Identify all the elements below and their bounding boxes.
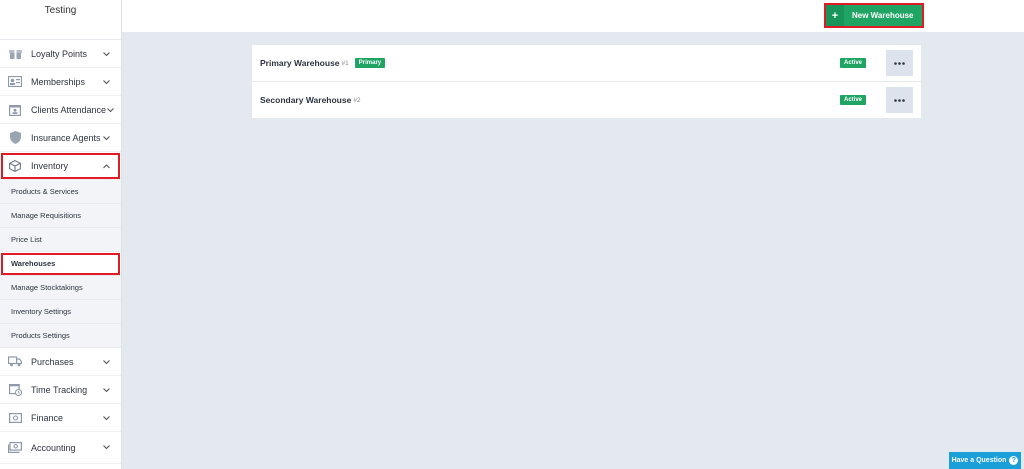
question-icon: ? <box>1009 456 1019 465</box>
sidebar-item-purchases[interactable]: Purchases <box>0 348 121 376</box>
sidebar-item-clients-attendance[interactable]: Clients Attendance <box>0 96 121 124</box>
chevron-down-icon <box>101 49 111 59</box>
warehouse-list: Primary Warehouse #1 Primary Active Seco… <box>252 45 921 119</box>
sidebar: Testing Loyalty Points Memberships Clien… <box>0 0 122 469</box>
gift-icon <box>8 47 22 61</box>
primary-badge: Primary <box>354 58 386 68</box>
shield-icon <box>8 131 22 145</box>
chevron-down-icon <box>101 442 111 452</box>
sidebar-item-label: Memberships <box>31 76 86 87</box>
chevron-down-icon <box>101 413 111 423</box>
sidebar-item-label: Clients Attendance <box>31 104 107 115</box>
chevron-down-icon <box>101 385 111 395</box>
warehouse-number: #1 <box>341 59 349 67</box>
ellipsis-icon <box>894 61 905 65</box>
box-icon <box>8 159 22 173</box>
clock-calendar-icon <box>8 383 22 397</box>
chevron-down-icon <box>101 77 111 87</box>
chevron-up-icon <box>101 161 111 171</box>
chevron-down-icon <box>105 105 115 115</box>
sidebar-item-label: Accounting <box>31 442 76 453</box>
sidebar-item-label: Inventory <box>31 160 69 171</box>
sidebar-item-label: Time Tracking <box>31 384 88 395</box>
warehouse-row[interactable]: Primary Warehouse #1 Primary Active <box>252 45 921 82</box>
sidebar-item-insurance-agents[interactable]: Insurance Agents <box>0 124 121 152</box>
sidebar-item-inventory[interactable]: Inventory <box>0 152 121 180</box>
warehouse-name: Primary Warehouse <box>260 58 340 68</box>
more-actions-button[interactable] <box>886 87 913 113</box>
warehouse-row[interactable]: Secondary Warehouse #2 Active <box>252 82 921 119</box>
sidebar-item-time-tracking[interactable]: Time Tracking <box>0 376 121 404</box>
plus-icon: + <box>826 5 844 26</box>
chevron-down-icon <box>101 133 111 143</box>
calendar-user-icon <box>8 103 22 117</box>
status-badge: Active <box>840 58 867 68</box>
warehouse-number: #2 <box>353 96 361 104</box>
sidebar-item-label: Finance <box>31 412 64 423</box>
submenu-item-inventory-settings[interactable]: Inventory Settings <box>0 300 121 324</box>
ellipsis-icon <box>894 98 905 102</box>
sidebar-item-loyalty-points[interactable]: Loyalty Points <box>0 40 121 68</box>
help-label: Have a Question <box>951 457 1007 464</box>
sidebar-item-memberships[interactable]: Memberships <box>0 68 121 96</box>
money-icon <box>8 411 22 425</box>
sidebar-item-finance[interactable]: Finance <box>0 404 121 432</box>
id-card-icon <box>8 75 22 89</box>
more-actions-button[interactable] <box>886 50 913 76</box>
submenu-item-manage-requisitions[interactable]: Manage Requisitions <box>0 204 121 228</box>
submenu-item-products-services[interactable]: Products & Services <box>0 180 121 204</box>
sidebar-item-accounting[interactable]: Accounting <box>0 432 121 464</box>
status-badge: Active <box>840 95 867 105</box>
sidebar-item-label: Purchases <box>31 356 74 367</box>
truck-icon <box>8 355 22 369</box>
new-warehouse-label: New Warehouse <box>852 11 914 20</box>
have-a-question-button[interactable]: Have a Question ? <box>949 452 1021 469</box>
submenu-item-price-list[interactable]: Price List <box>0 228 121 252</box>
new-warehouse-button[interactable]: + New Warehouse <box>824 3 924 28</box>
inventory-submenu: Products & Services Manage Requisitions … <box>0 180 121 348</box>
warehouse-name: Secondary Warehouse <box>260 95 352 105</box>
sidebar-item-label: Loyalty Points <box>31 48 88 59</box>
sidebar-item-label: Insurance Agents <box>31 132 101 143</box>
submenu-item-products-settings[interactable]: Products Settings <box>0 324 121 348</box>
cash-icon <box>8 441 22 455</box>
brand-name: Testing <box>0 0 121 40</box>
chevron-down-icon <box>101 357 111 367</box>
submenu-item-manage-stocktakings[interactable]: Manage Stocktakings <box>0 276 121 300</box>
submenu-item-warehouses[interactable]: Warehouses <box>0 252 121 276</box>
